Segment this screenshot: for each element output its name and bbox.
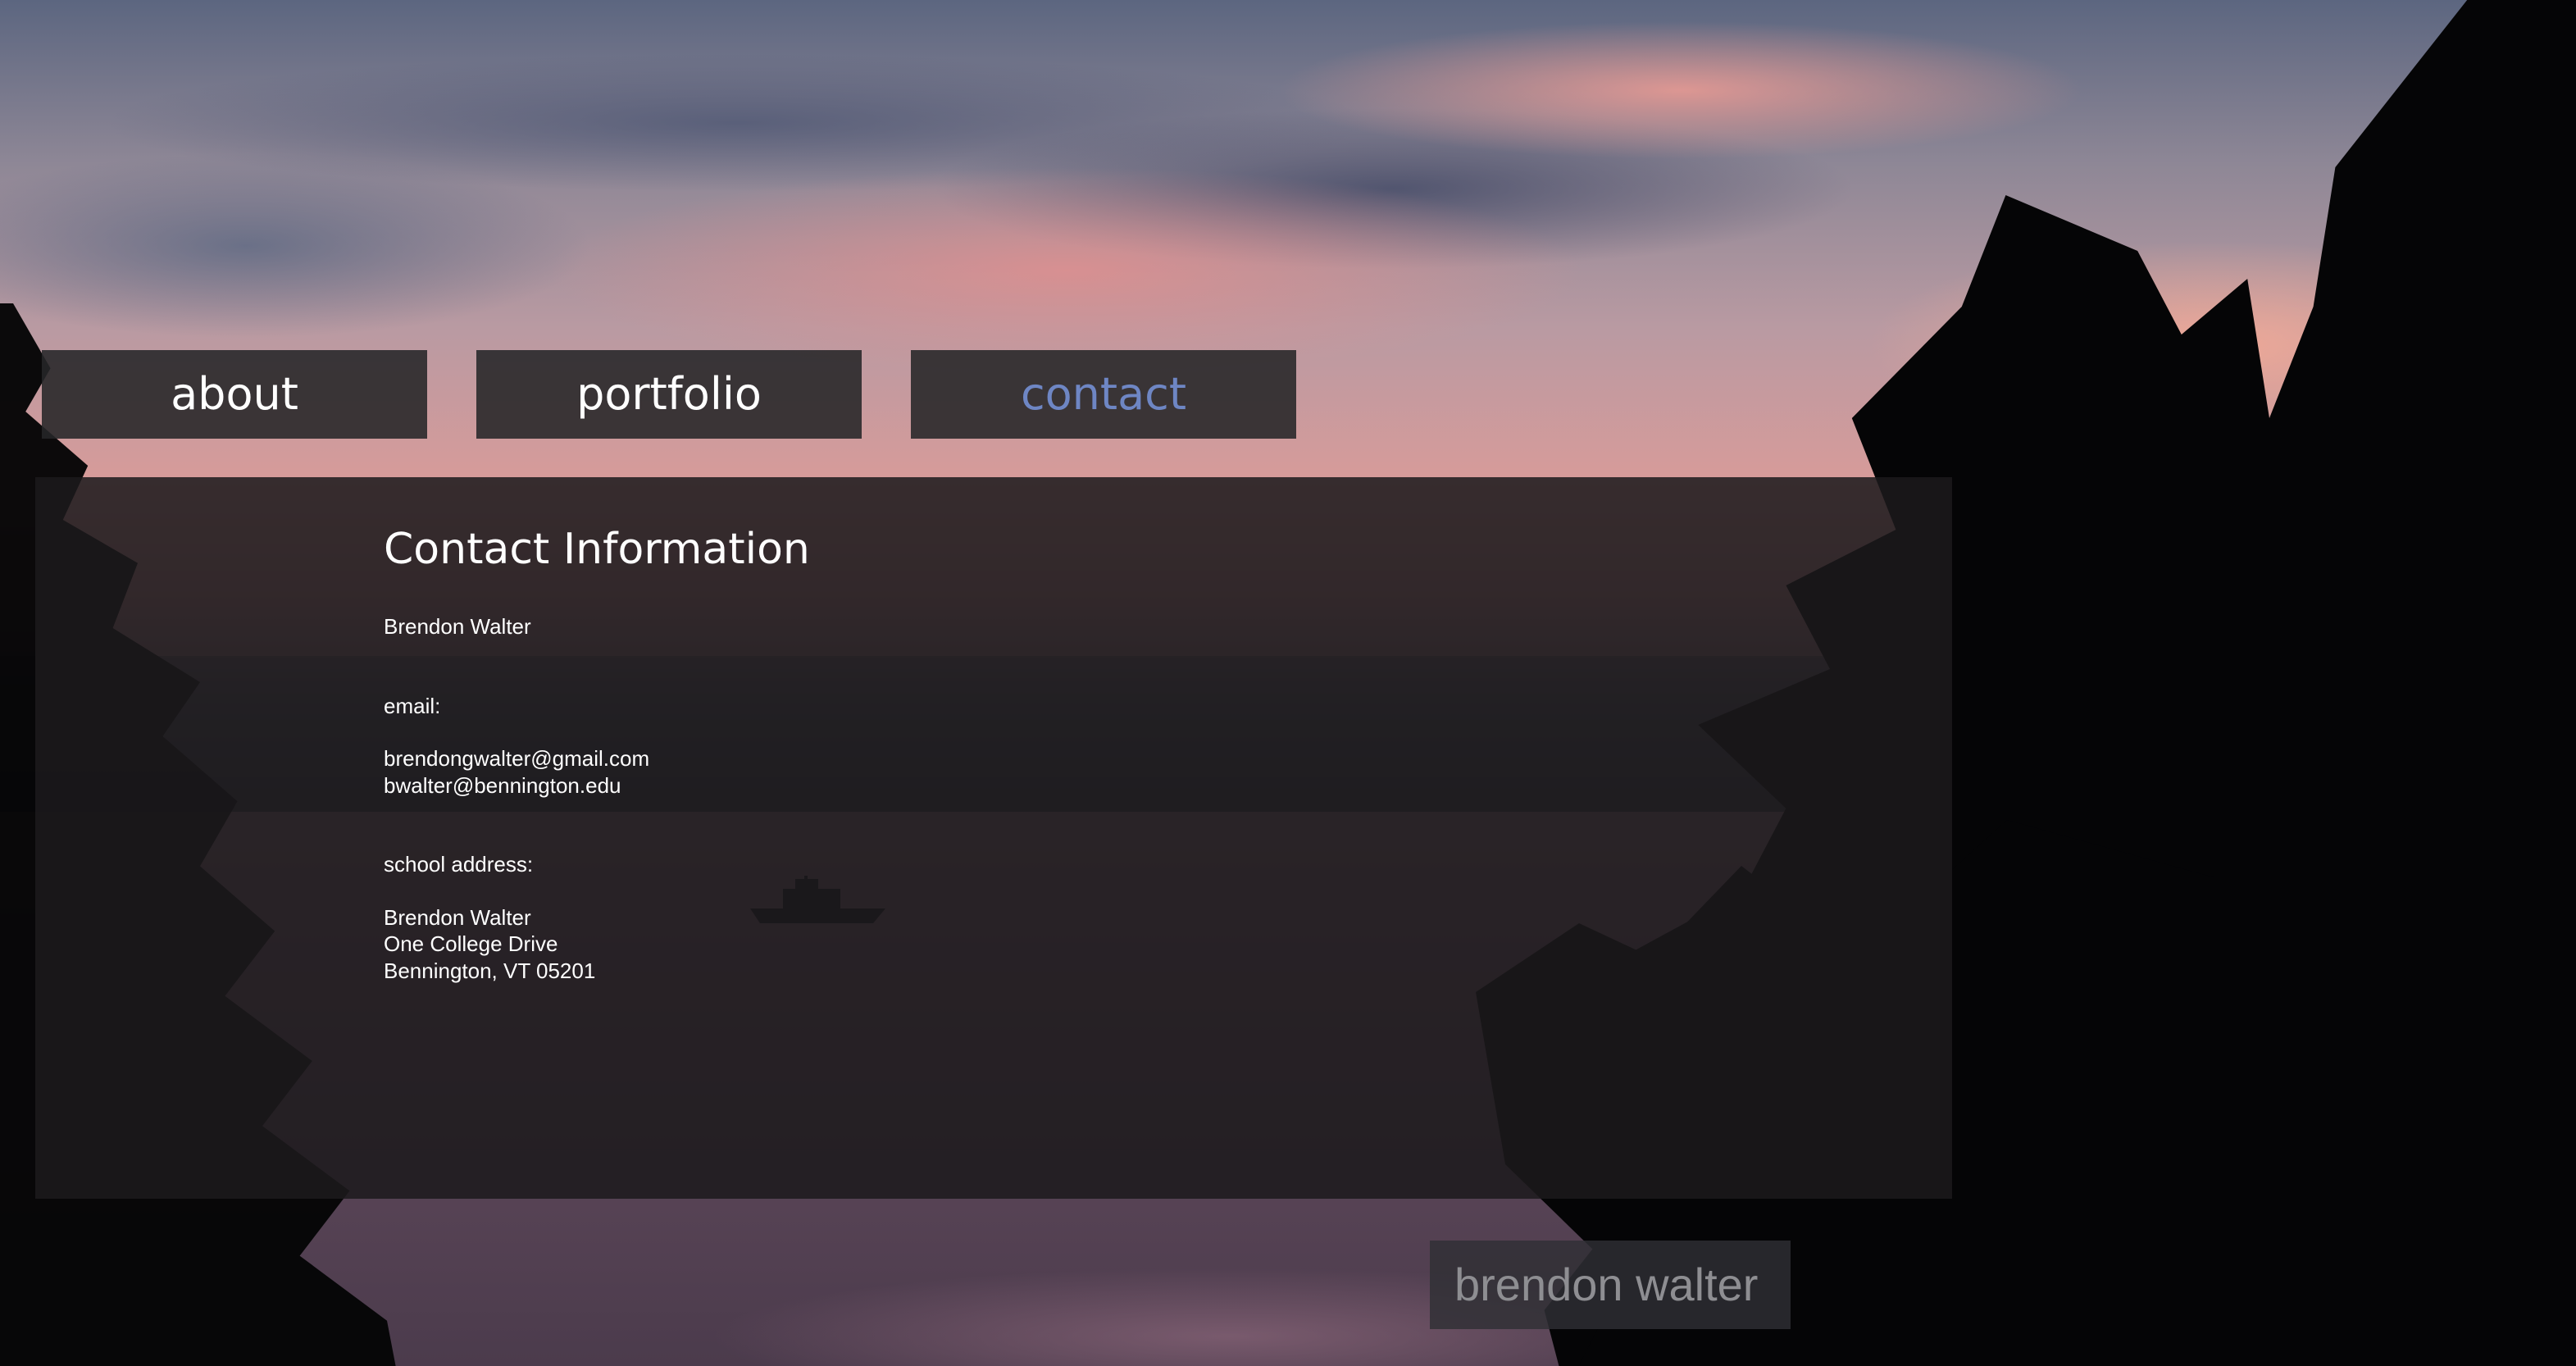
email-label: email: [384, 693, 441, 718]
address-line: One College Drive [384, 931, 558, 956]
contact-name: Brendon Walter [384, 614, 531, 639]
nav-tab-portfolio[interactable]: portfolio [476, 350, 862, 439]
address-label: school address: [384, 852, 534, 877]
address-line: Brendon Walter [384, 904, 531, 930]
address-line: Bennington, VT 05201 [384, 958, 596, 983]
email-link-bennington[interactable]: bwalter@bennington.edu [384, 772, 810, 799]
contact-info: Contact Information Brendon Walter email… [384, 523, 810, 984]
nav-tab-about[interactable]: about [42, 350, 427, 439]
email-link-gmail[interactable]: brendongwalter@gmail.com [384, 745, 810, 772]
content-panel: Contact Information Brendon Walter email… [35, 477, 1952, 1199]
site-brand[interactable]: brendon walter [1430, 1241, 1791, 1329]
page-title: Contact Information [384, 525, 810, 574]
nav-tab-contact[interactable]: contact [911, 350, 1296, 439]
